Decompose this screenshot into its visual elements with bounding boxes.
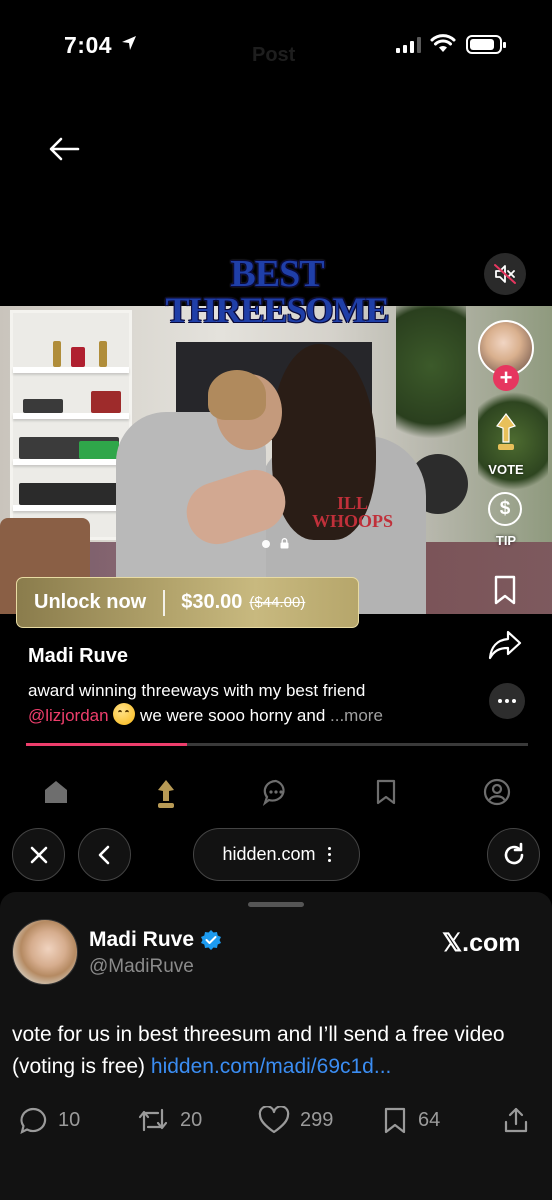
speaker-muted-icon	[494, 264, 516, 284]
tweet-handle[interactable]: @MadiRuve	[89, 956, 194, 978]
back-arrow-icon[interactable]	[44, 130, 84, 170]
unlock-price: $30.00	[181, 591, 243, 613]
cellular-signal-icon	[396, 37, 421, 53]
tweet-actions: 10 20 299 64	[0, 1106, 552, 1142]
avatar[interactable]	[12, 919, 78, 985]
mention-link[interactable]: @lizjordan	[28, 706, 109, 725]
share-arrow-icon[interactable]	[486, 628, 524, 662]
reply-icon	[20, 1107, 47, 1134]
retweet-button[interactable]: 20	[136, 1106, 202, 1134]
tweet-author-name: Madi Ruve	[89, 928, 195, 951]
like-count: 299	[300, 1108, 334, 1131]
lock-icon	[280, 538, 289, 549]
more-link[interactable]: ...more	[330, 706, 383, 725]
tweet-link[interactable]: hidden.com/madi/69c1d...	[151, 1055, 391, 1078]
post-caption[interactable]: award winning threeways with my best fri…	[28, 678, 478, 728]
heart-icon	[258, 1106, 290, 1134]
trophy-vote-icon[interactable]	[485, 410, 527, 456]
bookmark-icon	[384, 1107, 406, 1134]
faint-page-title: Post	[252, 44, 296, 66]
bookmark-button[interactable]: 64	[382, 1106, 440, 1134]
reload-button[interactable]	[487, 828, 540, 881]
url-text: hidden.com	[222, 844, 316, 864]
title-line-1: BEST	[230, 253, 324, 295]
tweet-sheet: Madi Ruve @MadiRuve 𝕏.com vote for us in…	[0, 892, 552, 1200]
unlock-divider	[163, 589, 166, 616]
wifi-icon	[430, 34, 456, 52]
close-button[interactable]	[12, 828, 65, 881]
tweet-text: vote for us in best threesum and I’ll se…	[12, 1019, 542, 1083]
dollar-tip-icon[interactable]: $	[488, 492, 522, 526]
tweet-author[interactable]: Madi Ruve	[89, 928, 222, 952]
shirt-print: ILL WHOOPS	[312, 493, 394, 531]
home-icon[interactable]	[42, 778, 70, 806]
like-button[interactable]: 299	[258, 1106, 333, 1134]
caption-line-1: award winning threeways with my best fri…	[28, 681, 366, 700]
person-left-hair	[208, 370, 266, 420]
caption-line-2-text: we were sooo horny and	[140, 706, 326, 725]
retweet-icon	[138, 1108, 168, 1132]
bookshelf	[10, 310, 132, 540]
video-title-overlay: BEST THREESOME	[146, 253, 408, 330]
reply-count: 10	[58, 1108, 81, 1131]
unlock-original-price: ($44.00)	[249, 594, 306, 611]
x-logo[interactable]: 𝕏.com	[442, 928, 521, 958]
chevron-left-icon	[98, 845, 109, 864]
title-line-2: THREESOME	[165, 290, 389, 330]
trophy-icon[interactable]	[152, 778, 180, 810]
video-player[interactable]: ILL WHOOPS	[0, 306, 552, 614]
plant	[396, 306, 466, 456]
status-bar: 7:04 Post	[0, 0, 552, 90]
retweet-count: 20	[180, 1108, 203, 1131]
app-bottom-nav	[0, 768, 552, 818]
bookmark-icon[interactable]	[374, 778, 398, 806]
share-icon	[504, 1107, 528, 1133]
share-button[interactable]	[502, 1106, 530, 1134]
video-progress-bar[interactable]	[26, 743, 528, 746]
caption-line-2: @lizjordan we were sooo horny and ...mor…	[28, 703, 478, 728]
bookmark-count: 64	[418, 1108, 441, 1131]
profile-icon[interactable]	[483, 778, 511, 806]
verified-badge-icon	[201, 930, 222, 950]
browser-back-button[interactable]	[78, 828, 131, 881]
url-bar[interactable]: hidden.com	[193, 828, 360, 881]
location-arrow-icon	[122, 36, 136, 50]
bookmark-icon[interactable]	[492, 574, 518, 606]
reload-icon	[504, 842, 523, 864]
yum-emoji-icon	[113, 703, 136, 725]
media-page-indicator	[262, 538, 289, 549]
more-options-button[interactable]	[489, 683, 525, 719]
battery-icon	[466, 35, 506, 54]
close-icon	[30, 846, 47, 863]
url-menu-icon[interactable]	[327, 847, 331, 862]
unlock-label: Unlock now	[34, 591, 147, 613]
creator-name[interactable]: Madi Ruve	[28, 645, 128, 668]
mute-button[interactable]	[484, 253, 526, 295]
page-dot	[262, 539, 270, 548]
follow-plus-button[interactable]: +	[493, 365, 519, 391]
chat-icon[interactable]	[262, 778, 290, 806]
unlock-button[interactable]: Unlock now $30.00 ($44.00)	[16, 577, 359, 628]
status-time: 7:04	[64, 32, 113, 58]
vote-label[interactable]: VOTE	[476, 462, 536, 477]
reply-button[interactable]: 10	[18, 1106, 80, 1134]
tip-label[interactable]: TIP	[476, 533, 536, 548]
video-progress-fill	[26, 743, 187, 746]
sheet-grabber[interactable]	[248, 902, 304, 907]
